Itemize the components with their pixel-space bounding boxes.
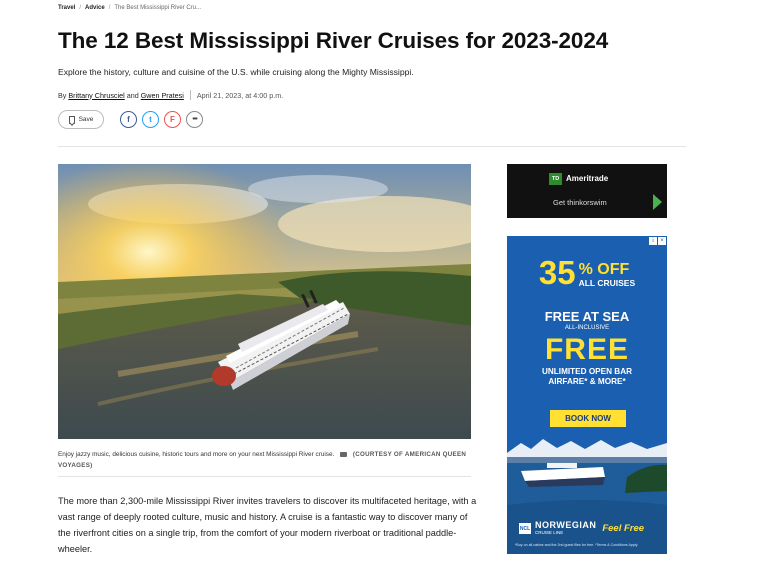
ncl-percent-off: % OFF (578, 261, 630, 278)
page-title: The 12 Best Mississippi River Cruises fo… (58, 28, 609, 53)
ncl-brand-sub: CRUISE LINE (535, 530, 564, 535)
adchoices[interactable]: i × (649, 237, 666, 245)
byline: By Brittany Chrusciel and Gwen Pratesi A… (58, 90, 283, 100)
ncl-offer-details: UNLIMITED OPEN BAR AIRFARE* & MORE* (507, 367, 667, 387)
td-logo: TD (549, 173, 562, 185)
td-brand: Ameritrade (566, 174, 609, 183)
camera-icon (340, 451, 348, 457)
ncl-tagline: Feel Free (602, 523, 645, 534)
article-body: The more than 2,300-mile Mississippi Riv… (58, 496, 477, 554)
ncl-all-inclusive: ALL-INCLUSIVE (564, 325, 610, 331)
info-icon[interactable]: i (649, 237, 657, 245)
breadcrumb-separator: / (108, 5, 111, 11)
bookmark-icon (68, 115, 75, 124)
breadcrumb-travel[interactable]: Travel (58, 5, 75, 11)
save-label: Save (78, 116, 94, 123)
ncl-all-cruises: ALL CRUISES (578, 278, 636, 288)
ncl-free-at-sea: FREE AT SEA (544, 309, 630, 324)
byline-prefix: By (58, 90, 67, 100)
hero-image (58, 164, 471, 439)
article-subtitle: Explore the history, culture and cuisine… (58, 67, 414, 77)
author-link[interactable]: Brittany Chrusciel (68, 91, 124, 100)
breadcrumb-current: The Best Mississippi River Cru... (114, 5, 202, 11)
book-now-button[interactable]: BOOK NOW (550, 410, 626, 427)
author-link[interactable]: Gwen Pratesi (141, 91, 184, 100)
save-button[interactable]: Save (58, 110, 104, 129)
ncl-brand-name: NORWEGIAN (535, 520, 597, 530)
close-icon[interactable]: × (658, 237, 666, 245)
ncl-discount: 35 % OFF ALL CRUISES (507, 254, 667, 291)
ncl-logo: NCL NORWEGIAN CRUISE LINE Feel Free (519, 521, 644, 536)
ncl-bar-line2: AIRFARE* & MORE* (548, 377, 626, 386)
ncl-fine-print: *Buy on all cabins and the 2nd guest fli… (515, 543, 639, 547)
ncl-free: FREE (544, 333, 629, 366)
ncl-percent-number: 35 (538, 254, 576, 291)
byline-divider (189, 90, 191, 100)
image-caption: Enjoy jazzy music, delicious cuisine, hi… (58, 449, 471, 471)
header-divider (58, 146, 686, 147)
article-actions: Save f t F ••• (58, 110, 203, 129)
publish-date: April 21, 2023, at 4:00 p.m. (196, 90, 284, 100)
breadcrumb-advice[interactable]: Advice (85, 5, 105, 11)
td-ameritrade-ad[interactable]: TD Ameritrade Get thinkorswim (507, 164, 667, 218)
caption-divider (58, 476, 471, 477)
flipboard-icon[interactable]: F (164, 111, 181, 128)
breadcrumb-separator: / (79, 5, 82, 11)
norwegian-cruise-ad[interactable]: i × 35 % OFF ALL CRUISES FREE AT SEA ALL… (507, 236, 667, 554)
ncl-logo-mark: NCL (519, 523, 531, 534)
ncl-bar-line1: UNLIMITED OPEN BAR (541, 367, 633, 376)
facebook-icon[interactable]: f (120, 111, 137, 128)
byline-and: and (126, 90, 139, 100)
td-cta: Get thinkorswim (553, 198, 607, 207)
twitter-icon[interactable]: t (142, 111, 159, 128)
breadcrumb: Travel / Advice / The Best Mississippi R… (58, 5, 201, 11)
play-arrow-icon (653, 194, 662, 210)
ncl-ship-scene (507, 435, 667, 554)
caption-text: Enjoy jazzy music, delicious cuisine, hi… (58, 451, 335, 458)
more-icon[interactable]: ••• (186, 111, 203, 128)
